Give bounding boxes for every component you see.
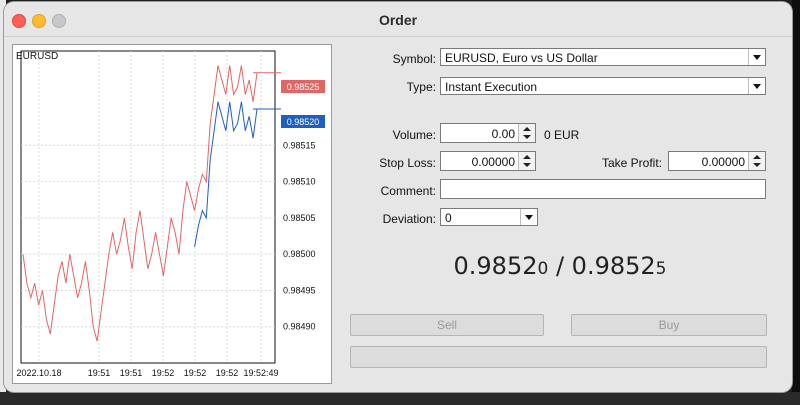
chart-x-axis: 2022.10.18 19:51 19:51 19:52 19:52 19:52 19:52… <box>16 368 278 378</box>
volume-unit: 0 EUR <box>544 128 580 142</box>
x-tick-label: 19:52:49 <box>243 368 278 378</box>
take-profit-spin-buttons[interactable] <box>748 152 765 170</box>
take-profit-value: 0.00000 <box>701 155 745 169</box>
symbol-label: Symbol: <box>392 52 436 66</box>
chart-y-axis: 0.98515 0.98510 0.98505 0.98500 0.98495 0.984… <box>283 140 316 331</box>
chart-symbol-label: EURUSD <box>16 51 58 62</box>
order-dialog: Order EURUSD 0.98515 0.98510 0.98505 0.9850… <box>4 2 792 392</box>
volume-value: 0.00 <box>491 127 515 141</box>
y-tick-label: 0.98500 <box>283 249 316 259</box>
tick-chart-svg: EURUSD 0.98515 0.98510 0.98505 0.98500 0.984… <box>16 50 325 378</box>
chart-plot-frame <box>20 50 276 364</box>
volume-label: Volume: <box>392 128 436 142</box>
take-profit-stepper[interactable]: 0.00000 <box>668 151 766 171</box>
stop-loss-spin-buttons[interactable] <box>518 152 535 170</box>
chevron-down-icon <box>748 49 765 65</box>
y-tick-label: 0.98495 <box>283 285 316 295</box>
quote-separator: / <box>548 252 572 280</box>
type-label: Type: <box>406 80 436 94</box>
ask-price-small-digit: 5 <box>655 259 667 279</box>
volume-stepper[interactable]: 0.00 <box>440 123 536 143</box>
bid-price-label: 0.98520 <box>287 117 320 127</box>
deviation-select-value: 0 <box>445 211 452 225</box>
x-tick-label: 19:52 <box>184 368 207 378</box>
arrow-up-icon <box>753 155 761 159</box>
order-status-bar <box>350 346 767 368</box>
type-select-value: Instant Execution <box>445 80 538 94</box>
stop-loss-label: Stop Loss: <box>379 156 436 170</box>
bid-price-main: 0.9852 <box>453 252 538 280</box>
ask-price-main: 0.9852 <box>571 252 656 280</box>
deviation-label: Deviation: <box>382 212 436 226</box>
window-title: Order <box>378 12 418 28</box>
y-tick-label: 0.98505 <box>283 213 316 223</box>
stop-loss-value: 0.00000 <box>471 155 515 169</box>
x-tick-label: 19:52 <box>216 368 239 378</box>
type-select[interactable]: Instant Execution <box>440 77 766 95</box>
bid-price-small-digit: 0 <box>537 259 549 279</box>
y-tick-label: 0.98510 <box>283 177 316 187</box>
buy-button[interactable]: Buy <box>571 314 767 336</box>
ask-price-label: 0.98525 <box>287 82 320 92</box>
symbol-select-value: EURUSD, Euro vs US Dollar <box>445 51 598 65</box>
arrow-down-icon <box>523 163 531 167</box>
bid-price-line <box>194 101 258 247</box>
comment-input[interactable] <box>440 179 766 199</box>
y-tick-label: 0.98490 <box>283 322 316 332</box>
x-tick-label: 2022.10.18 <box>16 368 61 378</box>
volume-spin-buttons[interactable] <box>518 124 535 142</box>
take-profit-label: Take Profit: <box>601 156 662 170</box>
x-tick-label: 19:51 <box>120 368 143 378</box>
x-tick-label: 19:52 <box>152 368 175 378</box>
ask-price-line <box>22 65 258 342</box>
y-tick-label: 0.98515 <box>283 140 316 150</box>
background-terminal-bottom <box>0 392 800 405</box>
title-bar: Order <box>4 2 792 37</box>
arrow-down-icon <box>753 163 761 167</box>
tick-chart: EURUSD 0.98515 0.98510 0.98505 0.98500 0.984… <box>12 44 332 384</box>
comment-label: Comment: <box>380 184 436 198</box>
chevron-down-icon <box>520 209 537 225</box>
arrow-up-icon <box>523 127 531 131</box>
sell-button[interactable]: Sell <box>350 314 544 336</box>
stop-loss-stepper[interactable]: 0.00000 <box>440 151 536 171</box>
quote-display: 0.98520 / 0.98525 <box>350 252 770 280</box>
arrow-up-icon <box>523 155 531 159</box>
deviation-select[interactable]: 0 <box>440 208 538 226</box>
x-tick-label: 19:51 <box>88 368 111 378</box>
symbol-select[interactable]: EURUSD, Euro vs US Dollar <box>440 48 766 66</box>
chevron-down-icon <box>748 78 765 94</box>
chart-grid <box>20 50 276 364</box>
background-terminal-right <box>792 0 800 405</box>
arrow-down-icon <box>523 135 531 139</box>
